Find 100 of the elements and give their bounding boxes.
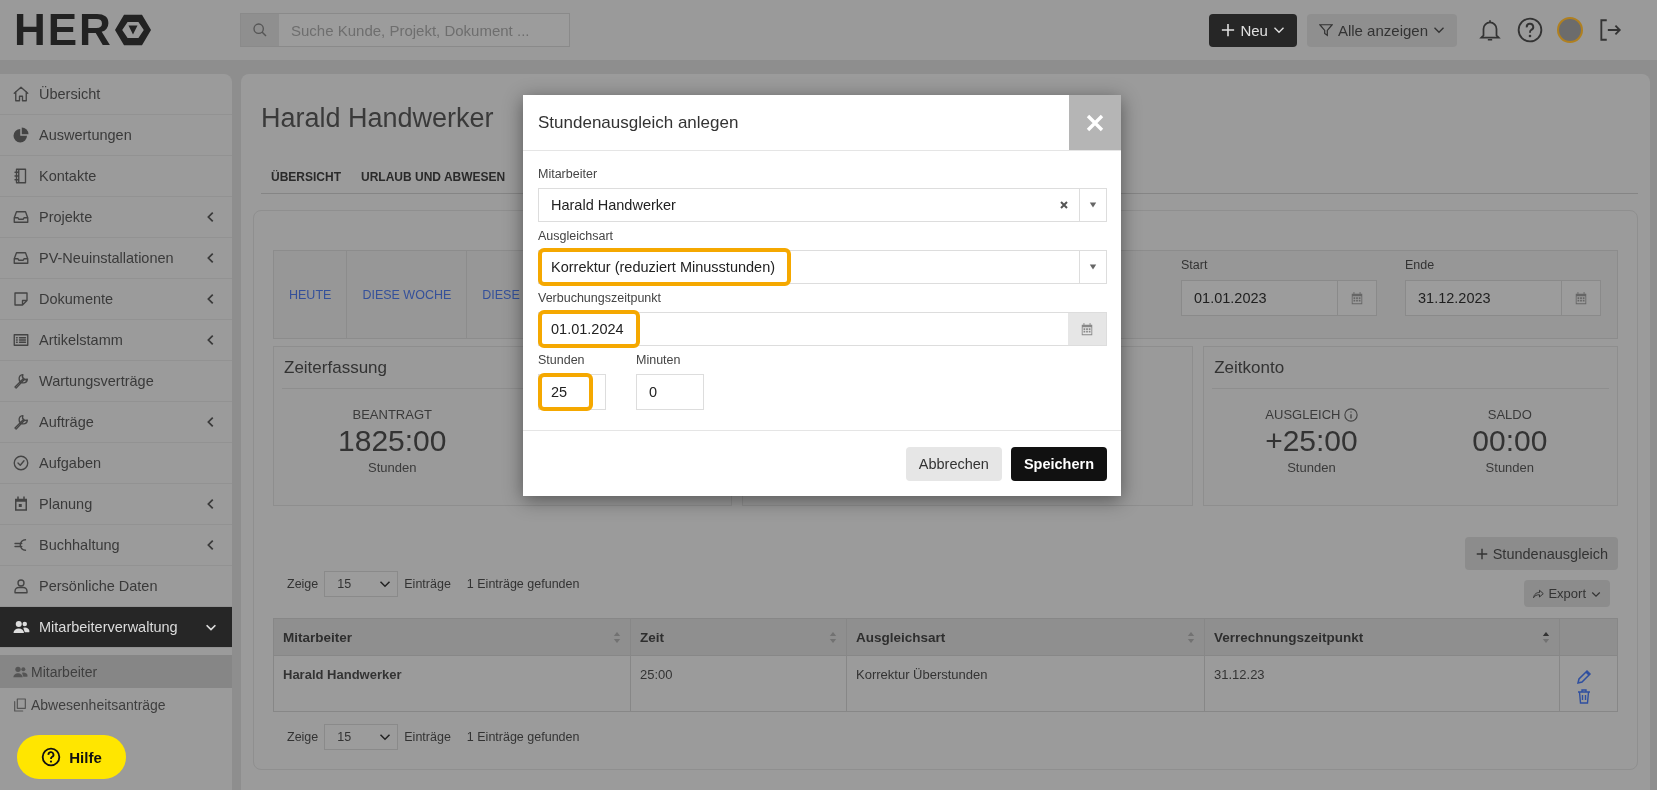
sidebar-item[interactable]: PV-Neuinstallationen (0, 238, 232, 279)
pager-label: Einträge (404, 730, 451, 744)
field-label: Ende (1405, 257, 1436, 273)
filter-icon (1318, 23, 1333, 37)
trash-icon[interactable] (1576, 687, 1592, 704)
sidebar-item[interactable]: Aufgaben (0, 443, 232, 484)
page-size-select[interactable]: 15 (324, 724, 399, 750)
wrench-icon (12, 413, 30, 431)
field-label: Ausgleichsart (538, 228, 615, 244)
sidebar-item[interactable]: Aufträge (0, 402, 232, 443)
field-label: Minuten (636, 352, 682, 368)
field-label: Verbuchungszeitpunkt (538, 290, 662, 306)
sidebar-item[interactable]: Projekte (0, 197, 232, 238)
sidebar-item[interactable]: Buchhaltung (0, 525, 232, 566)
caret-icon (1089, 201, 1097, 209)
sidebar-item[interactable]: Planung (0, 484, 232, 525)
table-cell: Harald Handwerker (273, 655, 631, 712)
column-header[interactable]: Verrechnungszeitpunkt (1204, 618, 1560, 656)
cancel-button[interactable]: Abbrechen (905, 447, 1002, 481)
table-cell: 31.12.23 (1204, 655, 1560, 712)
people-icon (12, 618, 30, 636)
period-link[interactable]: HEUTE (274, 251, 348, 338)
person-icon (12, 577, 30, 595)
logo-icon (114, 14, 151, 46)
stat-unit: Stunden (1485, 460, 1535, 475)
plus-icon (1474, 546, 1489, 561)
sidebar-item[interactable]: Übersicht (0, 74, 232, 115)
column-header[interactable]: Ausgleichsart (846, 618, 1205, 656)
date-field[interactable]: 31.12.2023 (1405, 280, 1601, 316)
sidebar-subitem[interactable]: Abwesenheitsanträge (0, 688, 232, 721)
sidebar-item[interactable]: Dokumente (0, 279, 232, 320)
logo-text: HER (14, 8, 113, 52)
save-button[interactable]: Speichern (1010, 447, 1107, 481)
select-field[interactable]: Harald Handwerker (538, 188, 1107, 222)
sidebar-item[interactable]: Kontakte (0, 156, 232, 197)
highlight-frame: 25 (538, 373, 594, 411)
caret-icon (1089, 263, 1097, 271)
calendar-icon (12, 495, 30, 513)
sidebar-subitem[interactable]: Mitarbeiter (0, 655, 232, 688)
new-button[interactable]: Neu (1209, 13, 1297, 47)
calendar-icon (1350, 291, 1364, 305)
field-label: Stunden (538, 352, 586, 368)
highlight-frame: 01.01.2024 (538, 310, 640, 348)
add-compensation-button[interactable]: Stundenausgleich (1464, 537, 1618, 570)
number-field[interactable]: 25 (538, 374, 606, 410)
period-link[interactable]: DIESE WOCHE (347, 251, 468, 338)
tab[interactable]: URLAUB UND ABWESEN (361, 169, 506, 185)
card-title: Zeitkonto (1212, 347, 1609, 389)
export-button[interactable]: Export (1524, 580, 1610, 607)
column-header[interactable]: Mitarbeiter (273, 618, 631, 656)
filter-button[interactable]: Alle anzeigen (1306, 13, 1457, 47)
sidebar-item[interactable]: Mitarbeiterverwaltung (0, 607, 232, 648)
select-field[interactable]: Korrektur (reduziert Minusstunden) (538, 250, 1107, 284)
table-cell: 25:00 (630, 655, 847, 712)
close-button[interactable] (1069, 95, 1121, 150)
tab[interactable]: ÜBERSICHT (271, 169, 341, 185)
clear-icon[interactable] (1059, 200, 1069, 210)
help-icon (41, 747, 62, 767)
entries-count: 1 Einträge gefunden (466, 730, 580, 744)
search-button[interactable] (241, 14, 279, 46)
home-icon (12, 85, 30, 103)
sidebar-item[interactable]: Auswertungen (0, 115, 232, 156)
avatar[interactable] (1557, 17, 1583, 43)
stat-value: 1825:00 (338, 423, 447, 459)
table-cell: Korrektur Überstunden (846, 655, 1205, 712)
stat-label: AUSGLEICH (1265, 407, 1341, 422)
pager-label: Einträge (404, 577, 451, 591)
copy-icon (12, 696, 28, 713)
stat-label: BEANTRAGT (352, 407, 432, 422)
logout-icon[interactable] (1597, 17, 1623, 43)
field-label: Start (1181, 257, 1209, 273)
field-label: Mitarbeiter (538, 166, 599, 182)
page-size-select[interactable]: 15 (324, 571, 399, 597)
dialog-title: Stundenausgleich anlegen (538, 112, 740, 133)
stat-value: 00:00 (1472, 423, 1548, 459)
entries-count: 1 Einträge gefunden (466, 577, 580, 591)
bell-icon[interactable] (1477, 17, 1503, 43)
pager-label: Zeige (287, 577, 319, 591)
sidebar-item[interactable]: Wartungsverträge (0, 361, 232, 402)
sidebar-item[interactable]: Artikelstamm (0, 320, 232, 361)
stat-unit: Stunden (368, 460, 417, 475)
help-button[interactable]: Hilfe (17, 735, 126, 779)
stat-value: +25:00 (1265, 423, 1358, 459)
date-field[interactable]: 01.01.2023 (1181, 280, 1377, 316)
stat-label: SALDO (1487, 407, 1532, 422)
number-field[interactable]: 0 (636, 374, 704, 410)
calendar-icon (1574, 291, 1588, 305)
date-field[interactable]: 01.01.2024 (538, 312, 1107, 346)
column-header[interactable]: Zeit (630, 618, 847, 656)
inbox-tray-icon (12, 249, 30, 267)
pager-label: Zeige (287, 730, 319, 744)
pencil-icon[interactable] (1576, 668, 1592, 685)
highlight-frame: Korrektur (reduziert Minusstunden) (538, 248, 792, 286)
help-icon[interactable] (1517, 17, 1543, 43)
page-title: Harald Handwerker (260, 102, 494, 135)
search-icon (252, 22, 268, 38)
share-arrow-icon (1532, 587, 1545, 600)
pie-chart-icon (12, 126, 30, 144)
note-icon (12, 290, 30, 308)
plus-icon (1221, 23, 1236, 37)
